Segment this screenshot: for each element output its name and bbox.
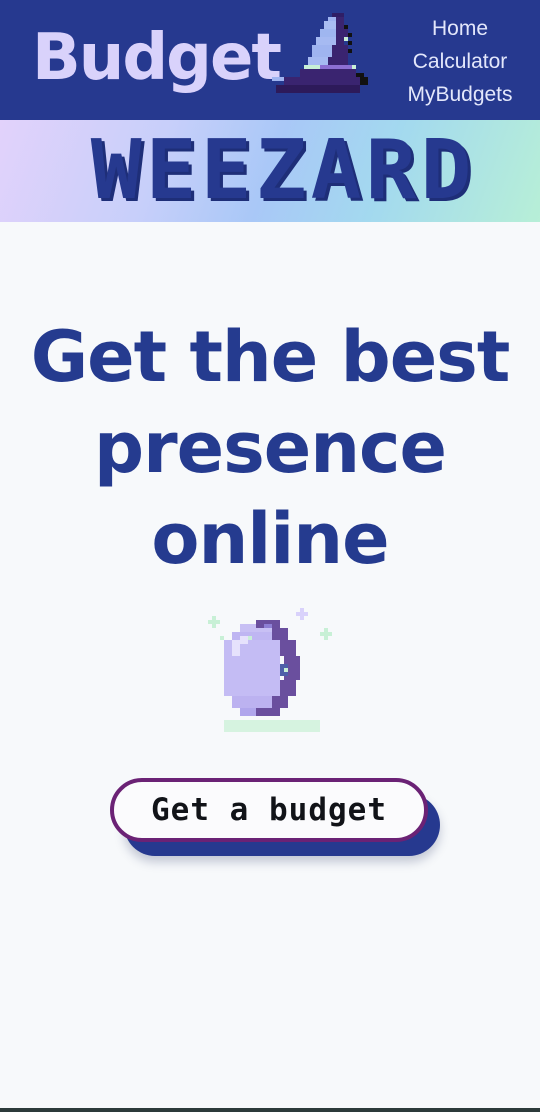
wizard-hat-icon — [272, 13, 368, 93]
bottom-divider — [0, 1108, 540, 1112]
banner: WEEZARD — [0, 120, 540, 222]
get-budget-button[interactable]: Get a budget — [110, 778, 428, 842]
brand-name[interactable]: Budget — [32, 22, 282, 94]
main-nav: Home Calculator MyBudgets — [400, 12, 520, 111]
nav-link-home[interactable]: Home — [400, 12, 520, 45]
hero-title: Get the best presence online — [30, 316, 511, 580]
crystal-ball-icon — [208, 608, 332, 732]
nav-link-calculator[interactable]: Calculator — [400, 45, 520, 78]
banner-title: WEEZARD — [90, 123, 476, 218]
site-header: Budget Home Calculator MyBudgets — [0, 0, 540, 120]
nav-link-mybudgets[interactable]: MyBudgets — [400, 78, 520, 111]
